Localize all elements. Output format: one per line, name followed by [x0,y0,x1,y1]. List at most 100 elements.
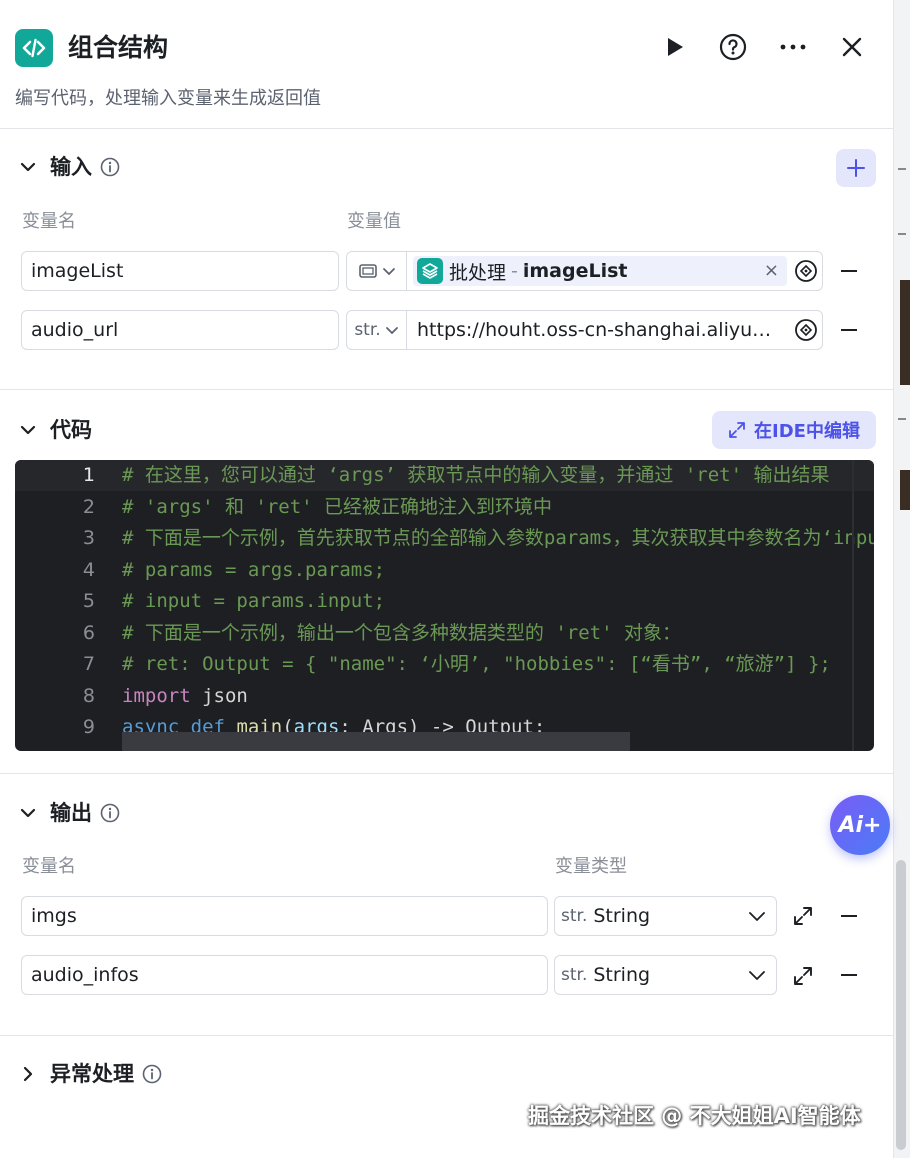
code-line[interactable]: 3 # 下面是一个示例，首先获取节点的全部输入参数params，其次获取其中参数… [15,523,874,554]
chevron-down-icon[interactable] [16,418,40,442]
line-number: 10 [35,744,95,752]
output-name-field[interactable]: imgs [21,896,548,936]
code-line[interactable]: 2 # 'args' 和 'ret' 已经被正确地注入到环境中 [15,492,874,523]
type-value: String [593,964,651,986]
input-value-text[interactable]: https://houht.oss-cn-shanghai.aliyu… [417,311,787,349]
error-section-header[interactable]: 异常处理 [16,1059,162,1089]
section-title: 异常处理 [50,1062,134,1086]
type-prefix: str. [561,906,588,926]
chevron-down-icon[interactable] [16,155,40,179]
code-text[interactable]: # params = args.params; [122,555,385,586]
column-label-name: 变量名 [22,856,76,877]
canvas-background [893,0,910,1158]
type-selector[interactable] [347,252,407,290]
ai-assistant-button[interactable]: Ai+ [830,795,890,855]
more-icon[interactable] [776,30,810,64]
code-text[interactable]: # 'args' 和 'ret' 已经被正确地注入到环境中 [122,492,552,523]
horizontal-scrollbar[interactable] [122,732,630,751]
input-value-field[interactable]: 批处理 - imageList × [346,251,823,291]
chevron-down-icon [385,326,398,334]
code-node-panel: 组合结构 编写代码，处理输入变量来生成返回值 输入 变量名 变量值 imageL… [0,0,893,1158]
column-label-type: 变量类型 [555,856,627,877]
divider [0,128,893,129]
info-icon[interactable] [100,803,120,823]
canvas-node-dots [898,233,906,235]
canvas-node-dots [898,168,906,170]
ref-node-name: 批处理 [449,261,507,284]
input-section-header[interactable]: 输入 [16,152,120,182]
section-title: 输入 [50,155,92,179]
remove-input-button[interactable] [838,319,860,341]
line-number: 7 [82,653,95,675]
input-name-field[interactable]: audio_url [21,310,339,350]
column-label-value: 变量值 [347,211,401,232]
type-value: String [593,905,651,927]
input-value-field[interactable]: str. https://houht.oss-cn-shanghai.aliyu… [346,310,823,350]
type-prefix: str. [561,965,588,985]
remove-output-button[interactable] [838,964,860,986]
line-number: 3 [82,527,95,549]
help-icon[interactable] [716,30,750,64]
canvas-node-dots [898,418,906,420]
expand-icon[interactable] [792,905,814,927]
canvas-node-preview [900,470,910,510]
code-line[interactable]: 1 # 在这里，您可以通过 ‘args’ 获取节点中的输入变量，并通过 'ret… [15,460,874,491]
code-icon [15,29,53,67]
line-number: 1 [82,464,95,486]
code-text[interactable]: # 下面是一个示例，输出一个包含多种数据类型的 'ret' 对象： [122,618,681,649]
code-text[interactable]: import json [122,681,248,712]
expand-icon [729,422,745,438]
output-type-select[interactable]: str. String [554,896,777,936]
code-line[interactable]: 7 # ret: Output = { "name": ‘小明’, "hobbi… [15,649,874,680]
info-icon[interactable] [142,1064,162,1084]
divider [0,773,893,774]
close-icon[interactable] [835,30,869,64]
keyword-import: import [122,684,191,707]
line-number: 6 [82,621,95,644]
type-selector[interactable]: str. [347,311,407,349]
variable-reference-chip[interactable]: 批处理 - imageList × [413,256,787,286]
type-label: str. [354,320,381,340]
remove-output-button[interactable] [838,905,860,927]
module-name: json [190,684,248,707]
output-type-select[interactable]: str. String [554,955,777,995]
code-text[interactable]: # input = params.input; [122,586,385,617]
clear-reference-button[interactable]: × [764,256,779,286]
code-line[interactable]: 8 import json [15,681,874,712]
input-name-field[interactable]: imageList [21,251,339,291]
divider [0,1035,893,1036]
code-text[interactable]: # 下面是一个示例，首先获取节点的全部输入参数params，其次获取其中参数名为… [122,523,874,554]
chevron-down-icon [749,912,765,921]
vertical-scrollbar-track[interactable] [852,460,854,751]
image-list-icon [358,264,377,278]
chevron-right-icon[interactable] [16,1062,40,1086]
chevron-down-icon[interactable] [16,801,40,825]
ref-separator: - [511,260,518,282]
run-icon[interactable] [658,30,692,64]
panel-title[interactable]: 组合结构 [68,30,168,66]
code-text[interactable]: # 在这里，您可以通过 ‘args’ 获取节点中的输入变量，并通过 'ret' … [122,460,829,491]
line-number: 2 [82,495,95,518]
edit-in-ide-button[interactable]: 在IDE中编辑 [712,411,876,449]
panel-description[interactable]: 编写代码，处理输入变量来生成返回值 [15,86,321,112]
code-line[interactable]: 6 # 下面是一个示例，输出一个包含多种数据类型的 'ret' 对象： [15,618,874,649]
expand-icon[interactable] [792,965,814,987]
variable-picker-icon[interactable] [794,259,818,283]
code-editor[interactable]: 1 # 在这里，您可以通过 ‘args’ 获取节点中的输入变量，并通过 'ret… [15,460,874,751]
info-icon[interactable] [100,157,120,177]
line-number: 8 [82,684,95,707]
output-name-field[interactable]: audio_infos [21,955,548,995]
code-line[interactable]: 5 # input = params.input; [15,586,874,617]
output-section-header[interactable]: 输出 [16,798,120,828]
canvas-node-preview [900,280,910,385]
page-scrollbar[interactable] [896,860,906,1150]
code-line[interactable]: 4 # params = args.params; [15,555,874,586]
column-label-name: 变量名 [22,211,76,232]
code-text[interactable]: # ret: Output = { "name": ‘小明’, "hobbies… [122,649,831,680]
section-title: 输出 [50,801,92,825]
code-section-header[interactable]: 代码 [16,415,92,445]
edit-in-ide-label: 在IDE中编辑 [754,421,860,442]
add-input-button[interactable] [836,149,876,187]
remove-input-button[interactable] [838,260,860,282]
variable-picker-icon[interactable] [794,318,818,342]
